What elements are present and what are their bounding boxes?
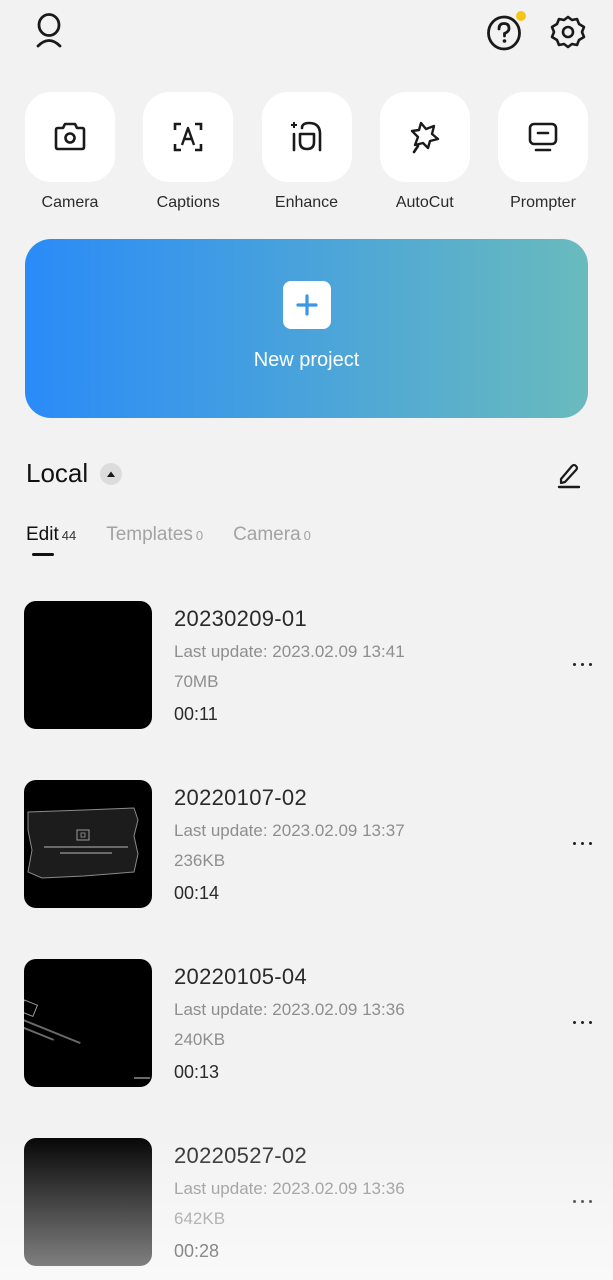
profile-button[interactable] xyxy=(28,10,70,52)
teleprompter-monitor-icon xyxy=(528,122,558,152)
project-name: 20220105-04 xyxy=(174,964,307,989)
more-dot xyxy=(580,1020,584,1024)
project-thumbnail[interactable] xyxy=(24,601,152,729)
project-duration: 00:28 xyxy=(174,1241,220,1261)
project-thumbnail[interactable] xyxy=(24,959,152,1087)
project-info: 20230209-01 Last update: 2023.02.09 13:4… xyxy=(174,606,405,725)
captions-icon xyxy=(173,122,203,152)
quick-action-label: AutoCut xyxy=(395,194,454,211)
more-dot xyxy=(572,1199,576,1203)
project-item[interactable]: 20220527-02 Last update: 2023.02.09 13:3… xyxy=(0,1138,613,1280)
project-info: 20220105-04 Last update: 2023.02.09 13:3… xyxy=(174,964,405,1083)
more-dot xyxy=(572,841,576,845)
project-list: 20230209-01 Last update: 2023.02.09 13:4… xyxy=(0,601,613,1280)
project-last-update: Last update: 2023.02.09 13:36 xyxy=(174,1000,405,1019)
tab-label: Edit xyxy=(26,524,59,545)
tab-label: Templates xyxy=(106,524,193,545)
project-duration: 00:11 xyxy=(174,704,218,724)
quick-action-enhance[interactable]: Enhance xyxy=(261,92,352,212)
project-duration: 00:13 xyxy=(174,1062,220,1082)
plus-box xyxy=(282,281,331,329)
quick-action-label: Prompter xyxy=(510,194,576,211)
more-dot xyxy=(572,1020,576,1024)
notification-dot xyxy=(516,11,526,21)
more-dot xyxy=(580,662,584,666)
quick-action-tile[interactable] xyxy=(143,92,234,182)
plus-icon xyxy=(295,294,318,316)
project-size: 642KB xyxy=(174,1209,226,1228)
person-icon xyxy=(36,13,62,48)
more-options-button[interactable] xyxy=(562,830,602,856)
quick-action-prompter[interactable]: Prompter xyxy=(498,92,588,212)
project-item[interactable]: 20220105-04 Last update: 2023.02.09 13:3… xyxy=(0,959,613,1138)
project-size: 240KB xyxy=(174,1030,226,1049)
gear-icon xyxy=(550,15,586,49)
quick-action-autocut[interactable]: AutoCut xyxy=(379,92,470,212)
quick-action-label: Camera xyxy=(41,194,99,211)
settings-button[interactable] xyxy=(546,10,590,54)
enhance-icon xyxy=(290,121,321,152)
project-last-update: Last update: 2023.02.09 13:37 xyxy=(174,821,405,840)
quick-action-tile[interactable] xyxy=(261,92,352,182)
more-dot xyxy=(588,1020,592,1024)
more-options-button[interactable] xyxy=(562,1009,602,1035)
tab-count: 44 xyxy=(61,528,77,543)
project-size: 70MB xyxy=(174,672,219,691)
project-item[interactable]: 20220107-02 Last update: 2023.02.09 13:3… xyxy=(0,780,613,959)
tab-label: Camera xyxy=(233,524,301,545)
magic-wand-star-icon xyxy=(410,121,439,154)
more-dot xyxy=(572,662,576,666)
quick-action-tile[interactable] xyxy=(498,92,588,182)
section-title: Local xyxy=(26,458,89,488)
tab-edit[interactable]: Edit 44 xyxy=(26,524,77,556)
project-name: 20220527-02 xyxy=(174,1143,307,1168)
new-project-label: New project xyxy=(253,349,360,371)
project-duration: 00:14 xyxy=(174,883,220,903)
more-options-button[interactable] xyxy=(562,651,602,677)
tab-count: 0 xyxy=(195,528,204,543)
tab-camera[interactable]: Camera 0 xyxy=(233,524,311,546)
project-name: 20220107-02 xyxy=(174,785,307,810)
project-last-update: Last update: 2023.02.09 13:41 xyxy=(174,642,405,661)
collapse-toggle[interactable] xyxy=(100,462,123,485)
caret-up-icon xyxy=(107,471,116,477)
more-dot xyxy=(588,841,592,845)
more-dot xyxy=(580,841,584,845)
help-button[interactable] xyxy=(482,10,526,54)
project-size: 236KB xyxy=(174,851,226,870)
project-info: 20220107-02 Last update: 2023.02.09 13:3… xyxy=(174,785,405,904)
top-bar xyxy=(0,0,613,70)
project-thumbnail[interactable] xyxy=(24,1138,152,1266)
quick-action-label: Enhance xyxy=(274,194,339,211)
more-dot xyxy=(588,662,592,666)
quick-action-label: Captions xyxy=(156,194,220,211)
project-name: 20230209-01 xyxy=(174,606,307,631)
missing-media-thumbnail xyxy=(27,807,139,879)
project-last-update: Last update: 2023.02.09 13:36 xyxy=(174,1179,405,1198)
project-tabs: Edit 44 Templates 0 Camera 0 xyxy=(26,524,341,556)
pencil-icon xyxy=(557,463,581,489)
quick-action-camera[interactable]: Camera xyxy=(25,92,115,212)
edit-projects-button[interactable] xyxy=(552,458,586,492)
more-dot xyxy=(580,1199,584,1203)
local-section-header: Local xyxy=(26,458,123,489)
quick-action-captions[interactable]: Captions xyxy=(143,92,234,212)
more-dot xyxy=(588,1199,592,1203)
missing-media-thumbnail xyxy=(24,999,150,1079)
project-thumbnail[interactable] xyxy=(24,780,152,908)
project-info: 20220527-02 Last update: 2023.02.09 13:3… xyxy=(174,1143,405,1262)
quick-action-tile[interactable] xyxy=(25,92,115,182)
tab-templates[interactable]: Templates 0 xyxy=(106,524,203,546)
more-options-button[interactable] xyxy=(562,1188,602,1214)
quick-actions: Camera Captions Enhance AutoCut Prompter xyxy=(25,92,588,212)
project-item[interactable]: 20230209-01 Last update: 2023.02.09 13:4… xyxy=(0,601,613,780)
new-project-button[interactable]: New project xyxy=(25,239,588,418)
quick-action-tile[interactable] xyxy=(379,92,470,182)
tab-count: 0 xyxy=(303,528,311,543)
active-tab-indicator xyxy=(32,553,54,556)
camera-icon xyxy=(54,122,86,151)
